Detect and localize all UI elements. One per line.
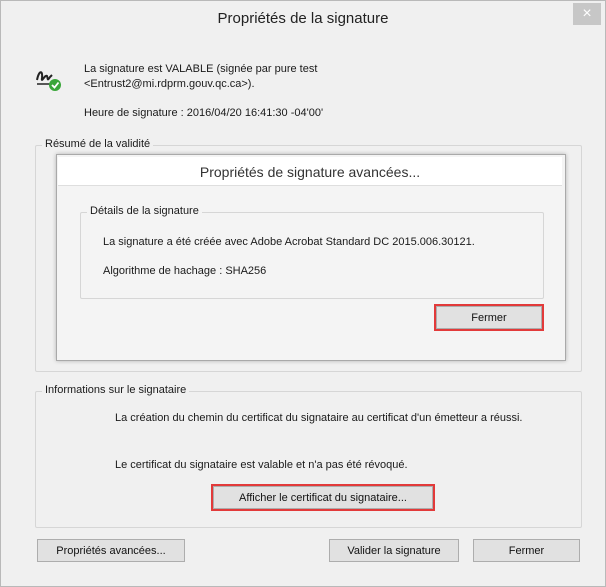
close-button[interactable]: Fermer (473, 539, 580, 562)
hash-algorithm: Algorithme de hachage : SHA256 (103, 265, 266, 277)
advanced-close-button[interactable]: Fermer (434, 304, 544, 331)
advanced-panel-title: Propriétés de signature avancées... (199, 164, 421, 180)
hash-algorithm-label: Algorithme de hachage : (103, 265, 223, 277)
signature-time-value: 2016/04/20 16:41:30 -04'00' (186, 107, 324, 119)
window-title: Propriétés de la signature (217, 10, 389, 27)
show-certificate-button[interactable]: Afficher le certificat du signataire... (211, 484, 435, 511)
signature-time: Heure de signature : 2016/04/20 16:41:30… (84, 107, 323, 119)
signature-details-label: Détails de la signature (87, 205, 202, 217)
signature-details-group: Détails de la signature (80, 205, 544, 299)
close-icon[interactable]: × (573, 3, 601, 25)
validity-summary-label: Résumé de la validité (42, 138, 154, 150)
advanced-properties-button[interactable]: Propriétés avancées... (37, 539, 185, 562)
signer-info-label: Informations sur le signataire (42, 384, 190, 396)
signature-time-label: Heure de signature : (84, 107, 184, 119)
title-bar: Propriétés de la signature × (1, 1, 605, 35)
signature-status-text: La signature est VALABLE (signée par pur… (84, 63, 318, 90)
signature-valid-icon (36, 71, 61, 91)
created-with-text: La signature a été créée avec Adobe Acro… (103, 236, 475, 248)
certificate-path-text: La création du chemin du certificat du s… (115, 412, 523, 424)
hash-algorithm-value: SHA256 (225, 265, 267, 277)
certificate-valid-text: Le certificat du signataire est valable … (115, 459, 408, 471)
validate-signature-button[interactable]: Valider la signature (329, 539, 459, 562)
